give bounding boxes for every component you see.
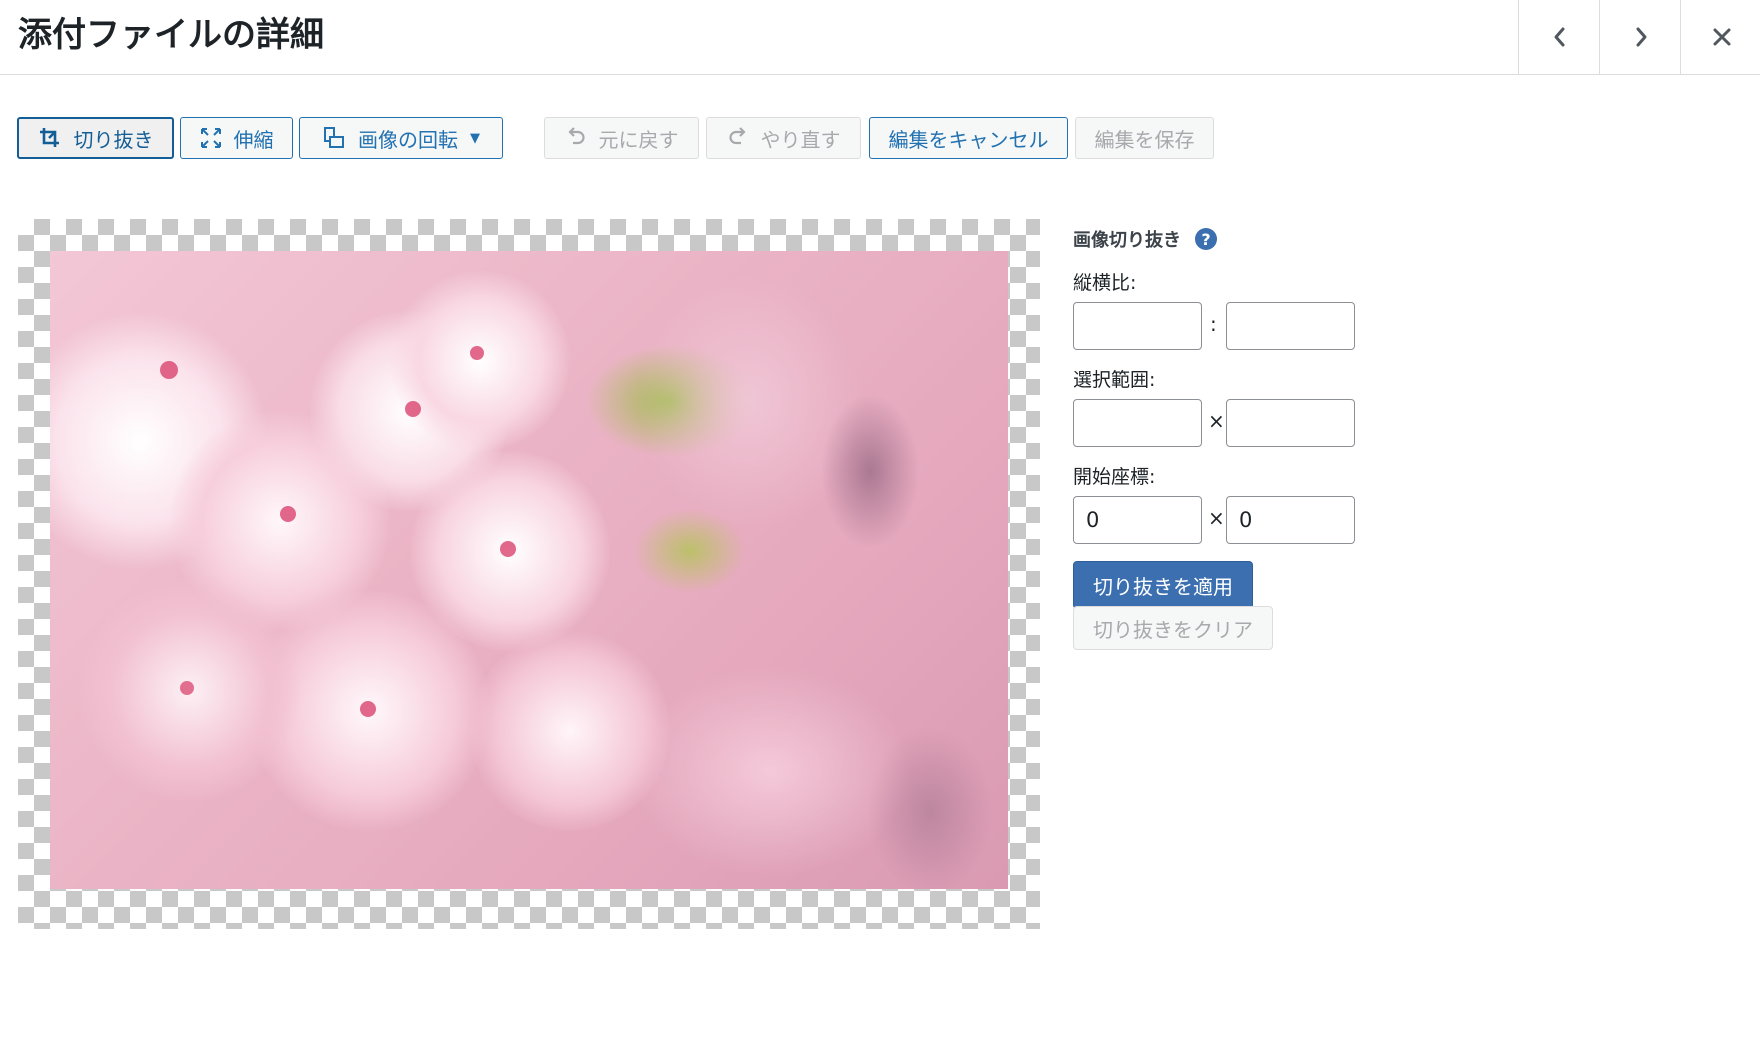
crop-panel-header: 画像切り抜き ? [1073,226,1217,252]
aspect-ratio-width-input[interactable] [1073,302,1202,350]
previous-attachment-button[interactable] [1518,0,1600,74]
save-edit-button[interactable]: 編集を保存 [1075,117,1214,159]
close-icon [1713,28,1730,46]
apply-crop-button[interactable]: 切り抜きを適用 [1073,561,1253,609]
aspect-ratio-separator: : [1210,312,1217,336]
scale-button[interactable]: 伸縮 [180,117,293,159]
crop-button-label: 切り抜き [73,127,154,152]
chevron-right-icon [1636,27,1646,47]
expand-icon [200,127,222,149]
start-x-input[interactable] [1073,496,1202,544]
rotate-button-label: 画像の回転 [358,127,458,152]
aspect-ratio-height-input[interactable] [1226,302,1355,350]
selection-height-input[interactable] [1226,399,1355,447]
redo-button-label: やり直す [760,127,841,152]
selection-separator: × [1208,409,1225,433]
aspect-ratio-label: 縦横比: [1073,272,1137,294]
undo-button-label: 元に戻す [598,127,679,152]
selection-width-input[interactable] [1073,399,1202,447]
clear-crop-button[interactable]: 切り抜きをクリア [1073,606,1273,650]
scale-button-label: 伸縮 [233,127,274,152]
help-icon[interactable]: ? [1195,228,1217,250]
cancel-edit-button[interactable]: 編集をキャンセル [869,117,1068,159]
rotate-icon [322,126,346,150]
image-canvas[interactable] [18,219,1040,929]
redo-button[interactable]: やり直す [706,117,861,159]
undo-icon [565,127,587,149]
start-separator: × [1208,506,1225,530]
crop-panel-title: 画像切り抜き [1073,230,1181,251]
cancel-edit-button-label: 編集をキャンセル [888,127,1049,152]
modal-header: 添付ファイルの詳細 [0,0,1760,75]
undo-button[interactable]: 元に戻す [544,117,699,159]
next-attachment-button[interactable] [1599,0,1681,74]
rotate-image-dropdown[interactable]: 画像の回転 ▼ [299,117,503,159]
redo-icon [727,127,749,149]
chevron-left-icon [1554,27,1564,47]
crop-button[interactable]: 切り抜き [17,117,174,159]
close-button[interactable] [1680,0,1760,74]
selection-label: 選択範囲: [1073,369,1156,391]
caret-down-icon: ▼ [470,130,480,146]
crop-icon [38,126,62,150]
page-title: 添付ファイルの詳細 [18,15,324,55]
start-coordinates-label: 開始座標: [1073,466,1156,488]
start-y-input[interactable] [1226,496,1355,544]
cherry-blossom-image [50,251,1008,889]
save-edit-button-label: 編集を保存 [1094,127,1195,152]
